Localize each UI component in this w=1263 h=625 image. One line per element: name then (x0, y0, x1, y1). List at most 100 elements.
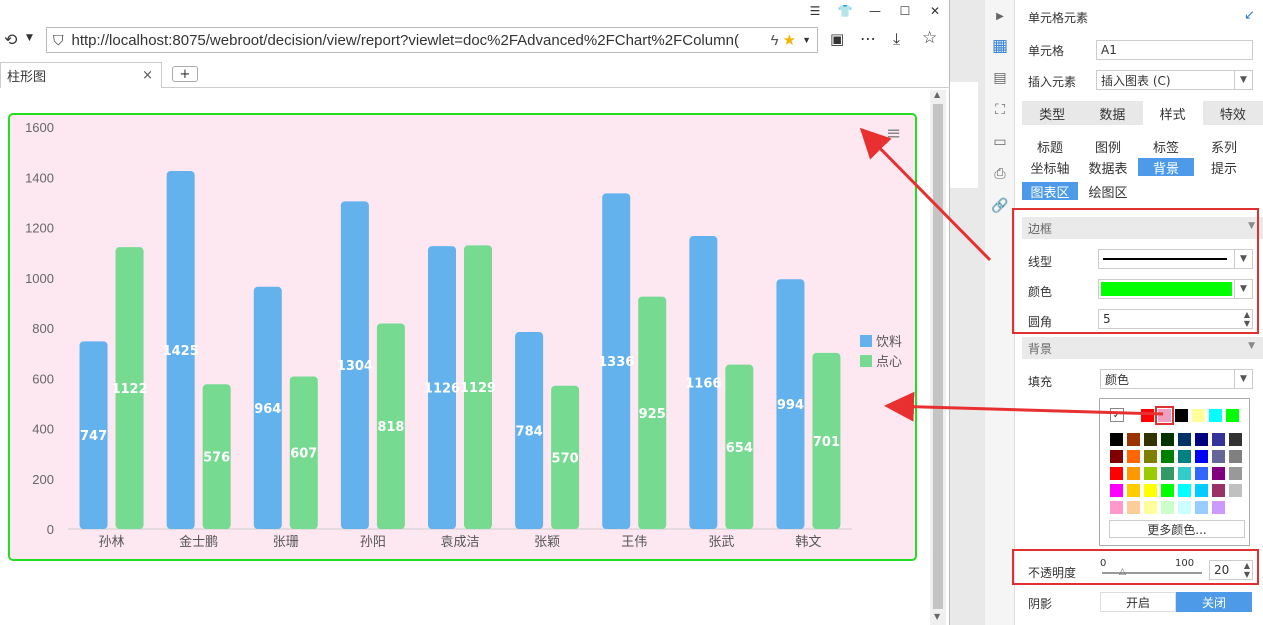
new-tab-button[interactable]: + (172, 66, 198, 82)
color-swatch[interactable] (1126, 500, 1141, 515)
color-swatch[interactable] (1228, 432, 1243, 447)
more-icon[interactable]: ⋯ (860, 29, 876, 48)
color-swatch[interactable] (1160, 432, 1175, 447)
color-swatch[interactable] (1143, 483, 1158, 498)
tab-close-icon[interactable]: × (142, 68, 153, 83)
tab-chart[interactable]: 柱形图 × (0, 62, 162, 88)
crop-icon[interactable]: ⛶ (990, 100, 1010, 120)
color-swatch[interactable] (1160, 449, 1175, 464)
star-icon[interactable]: ★ (783, 31, 796, 49)
color-swatch[interactable] (1194, 500, 1209, 515)
color-swatch[interactable] (1228, 483, 1243, 498)
minimize-icon[interactable]: — (867, 4, 883, 18)
color-swatch[interactable] (1211, 483, 1226, 498)
cell-element-icon[interactable]: ▦ (990, 36, 1010, 56)
background-section[interactable]: 背景 ▼ (1022, 337, 1263, 359)
tab-style[interactable]: 样式 (1142, 101, 1203, 125)
subtab-plot-area[interactable]: 绘图区 (1080, 182, 1136, 201)
widget-icon[interactable]: ▭ (990, 132, 1010, 152)
scroll-down-icon[interactable]: ▼ (934, 612, 940, 621)
color-swatch[interactable] (1143, 500, 1158, 515)
vertical-scrollbar[interactable]: ▲ ▼ (930, 90, 946, 625)
color-swatch[interactable] (1160, 500, 1175, 515)
color-swatch[interactable] (1225, 408, 1240, 423)
pin-icon[interactable]: ↙ (1244, 8, 1255, 23)
color-swatch[interactable] (1228, 466, 1243, 481)
print-icon[interactable]: ⎙ (990, 164, 1010, 184)
color-swatch[interactable] (1109, 483, 1124, 498)
color-swatch[interactable] (1191, 408, 1206, 423)
color-swatch[interactable] (1143, 466, 1158, 481)
link-icon[interactable]: 🔗 (990, 196, 1010, 216)
expand-icon[interactable]: ▶ (990, 6, 1010, 26)
maximize-icon[interactable]: ☐ (897, 4, 913, 18)
color-swatch[interactable] (1177, 466, 1192, 481)
color-swatch[interactable] (1194, 483, 1209, 498)
menu-icon[interactable]: ☰ (807, 4, 823, 18)
scrollbar-thumb[interactable] (933, 104, 943, 609)
scroll-up-icon[interactable]: ▲ (934, 90, 940, 99)
color-swatch[interactable] (1126, 466, 1141, 481)
color-swatch[interactable] (1228, 449, 1243, 464)
color-swatch[interactable] (1177, 449, 1192, 464)
color-swatch[interactable] (1126, 449, 1141, 464)
color-swatch[interactable] (1211, 432, 1226, 447)
color-swatch[interactable] (1177, 432, 1192, 447)
color-swatch[interactable] (1211, 466, 1226, 481)
close-icon[interactable]: ✕ (927, 4, 943, 18)
color-swatch[interactable] (1109, 500, 1124, 515)
tab-effect[interactable]: 特效 (1202, 101, 1263, 125)
color-swatch[interactable] (1143, 449, 1158, 464)
skin-icon[interactable]: 👕 (837, 4, 853, 18)
color-swatch[interactable] (1208, 408, 1223, 423)
subtab-label[interactable]: 标签 (1138, 137, 1194, 156)
color-swatch[interactable] (1160, 483, 1175, 498)
shadow-off-button[interactable]: 关闭 (1176, 592, 1252, 612)
attribute-icon[interactable]: ▤ (990, 68, 1010, 88)
color-swatch[interactable] (1160, 466, 1175, 481)
reader-icon[interactable]: ▣ (830, 30, 844, 48)
subtab-chart-area[interactable]: 图表区 (1022, 182, 1078, 201)
chevron-down-icon[interactable]: ▼ (1234, 370, 1252, 388)
download-icon[interactable]: ⤓ (893, 29, 900, 49)
color-swatch[interactable] (1109, 432, 1124, 447)
color-swatch[interactable] (1177, 483, 1192, 498)
lightning-icon[interactable]: ϟ (771, 32, 779, 49)
color-swatch[interactable] (1194, 449, 1209, 464)
subtab-tooltip[interactable]: 提示 (1196, 158, 1252, 177)
insert-select[interactable]: 插入图表 (C) ▼ (1096, 70, 1253, 90)
more-colors-button[interactable]: 更多颜色... (1109, 520, 1245, 538)
chevron-down-icon[interactable]: ▼ (1234, 71, 1252, 89)
tab-data[interactable]: 数据 (1082, 101, 1143, 125)
color-swatch[interactable] (1143, 432, 1158, 447)
subtab-legend[interactable]: 图例 (1080, 137, 1136, 156)
color-swatch[interactable] (1211, 449, 1226, 464)
color-swatch[interactable] (1211, 500, 1226, 515)
color-swatch[interactable] (1174, 408, 1189, 423)
color-swatch[interactable] (1109, 449, 1124, 464)
color-swatch[interactable] (1177, 500, 1192, 515)
color-swatch[interactable] (1194, 466, 1209, 481)
cell-input[interactable]: A1 (1096, 40, 1253, 60)
shadow-on-button[interactable]: 开启 (1100, 592, 1176, 612)
subtab-series[interactable]: 系列 (1196, 137, 1252, 156)
color-swatch[interactable] (1194, 432, 1209, 447)
undo-icon[interactable]: ⟲ (4, 30, 17, 49)
favorite-icon[interactable]: ☆ (922, 28, 937, 48)
fill-select[interactable]: 颜色 ▼ (1100, 369, 1253, 389)
tab-type[interactable]: 类型 (1022, 101, 1083, 125)
chevron-down-icon[interactable]: ▼ (26, 33, 33, 43)
chart-menu-icon[interactable]: ≡ (886, 123, 901, 144)
subtab-title[interactable]: 标题 (1022, 137, 1078, 156)
collapse-icon[interactable]: ▼ (1248, 341, 1255, 351)
address-bar[interactable]: ⛉ http://localhost:8075/webroot/decision… (46, 27, 818, 53)
subtab-axis[interactable]: 坐标轴 (1022, 158, 1078, 177)
color-swatch[interactable] (1140, 408, 1155, 423)
color-swatch[interactable] (1155, 406, 1174, 425)
subtab-datatable[interactable]: 数据表 (1080, 158, 1136, 177)
no-color-icon[interactable]: ✓ (1110, 408, 1124, 422)
color-swatch[interactable] (1228, 500, 1243, 515)
color-swatch[interactable] (1109, 466, 1124, 481)
color-swatch[interactable] (1126, 432, 1141, 447)
dropdown-icon[interactable]: ▼ (802, 35, 811, 45)
